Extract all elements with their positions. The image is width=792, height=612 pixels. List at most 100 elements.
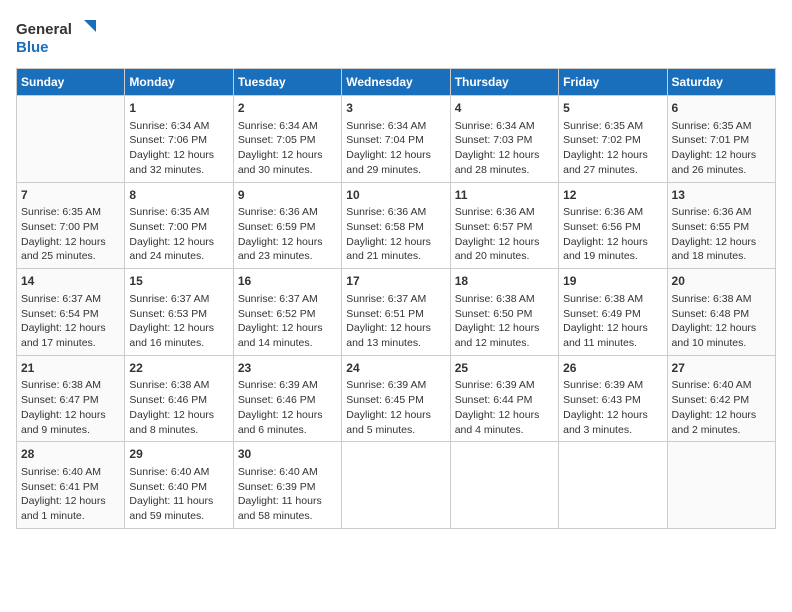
svg-text:Blue: Blue <box>16 39 49 56</box>
cell-info: Daylight: 12 hours and 18 minutes. <box>672 235 771 264</box>
cell-info: Sunrise: 6:38 AM <box>563 292 662 307</box>
cell-info: Sunrise: 6:34 AM <box>129 119 228 134</box>
calendar-cell: 11Sunrise: 6:36 AMSunset: 6:57 PMDayligh… <box>450 182 558 269</box>
cell-info: Sunrise: 6:40 AM <box>672 378 771 393</box>
calendar-cell: 21Sunrise: 6:38 AMSunset: 6:47 PMDayligh… <box>17 355 125 442</box>
cell-info: Daylight: 12 hours and 21 minutes. <box>346 235 445 264</box>
cell-info: Sunrise: 6:38 AM <box>129 378 228 393</box>
calendar-cell: 30Sunrise: 6:40 AMSunset: 6:39 PMDayligh… <box>233 442 341 529</box>
day-number: 11 <box>455 187 554 204</box>
cell-info: Sunset: 6:41 PM <box>21 480 120 495</box>
cell-info: Daylight: 12 hours and 5 minutes. <box>346 408 445 437</box>
calendar-cell: 19Sunrise: 6:38 AMSunset: 6:49 PMDayligh… <box>559 269 667 356</box>
calendar-cell: 8Sunrise: 6:35 AMSunset: 7:00 PMDaylight… <box>125 182 233 269</box>
cell-info: Sunrise: 6:40 AM <box>238 465 337 480</box>
cell-info: Sunrise: 6:37 AM <box>346 292 445 307</box>
cell-info: Sunset: 6:59 PM <box>238 220 337 235</box>
svg-text:General: General <box>16 21 72 38</box>
cell-info: Sunset: 6:52 PM <box>238 307 337 322</box>
cell-info: Sunrise: 6:36 AM <box>672 205 771 220</box>
day-number: 14 <box>21 273 120 290</box>
cell-info: Daylight: 12 hours and 20 minutes. <box>455 235 554 264</box>
cell-info: Sunrise: 6:39 AM <box>346 378 445 393</box>
cell-info: Daylight: 12 hours and 9 minutes. <box>21 408 120 437</box>
cell-info: Sunset: 6:44 PM <box>455 393 554 408</box>
cell-info: Sunrise: 6:35 AM <box>129 205 228 220</box>
day-number: 6 <box>672 100 771 117</box>
day-number: 28 <box>21 446 120 463</box>
cell-info: Sunrise: 6:36 AM <box>455 205 554 220</box>
calendar-cell <box>667 442 775 529</box>
cell-info: Daylight: 12 hours and 32 minutes. <box>129 148 228 177</box>
cell-info: Daylight: 12 hours and 25 minutes. <box>21 235 120 264</box>
calendar-table: SundayMondayTuesdayWednesdayThursdayFrid… <box>16 68 776 529</box>
cell-info: Sunrise: 6:39 AM <box>455 378 554 393</box>
cell-info: Daylight: 12 hours and 8 minutes. <box>129 408 228 437</box>
cell-info: Sunset: 6:57 PM <box>455 220 554 235</box>
day-number: 15 <box>129 273 228 290</box>
day-number: 17 <box>346 273 445 290</box>
cell-info: Sunrise: 6:35 AM <box>563 119 662 134</box>
cell-info: Sunrise: 6:39 AM <box>238 378 337 393</box>
cell-info: Daylight: 12 hours and 12 minutes. <box>455 321 554 350</box>
day-number: 25 <box>455 360 554 377</box>
calendar-week-1: 7 Sunrise: 6:35 AMSunset: 7:00 PM Daylight… <box>17 182 776 269</box>
day-number: 3 <box>346 100 445 117</box>
cell-info: Daylight: 12 hours and 4 minutes. <box>455 408 554 437</box>
calendar-cell: 20Sunrise: 6:38 AMSunset: 6:48 PMDayligh… <box>667 269 775 356</box>
calendar-cell: 5Sunrise: 6:35 AMSunset: 7:02 PMDaylight… <box>559 96 667 183</box>
day-number: 30 <box>238 446 337 463</box>
cell-info: Sunrise: 6:34 AM <box>346 119 445 134</box>
calendar-cell: 26Sunrise: 6:39 AMSunset: 6:43 PMDayligh… <box>559 355 667 442</box>
calendar-cell: 6Sunrise: 6:35 AMSunset: 7:01 PMDaylight… <box>667 96 775 183</box>
cell-info: Daylight: 12 hours and 11 minutes. <box>563 321 662 350</box>
cell-info: Sunset: 6:46 PM <box>129 393 228 408</box>
cell-info: Sunset: 7:00 PM <box>129 220 228 235</box>
cell-info: Sunset: 6:46 PM <box>238 393 337 408</box>
cell-info: Sunset: 7:03 PM <box>455 133 554 148</box>
cell-info: Daylight: 11 hours and 59 minutes. <box>129 494 228 523</box>
day-number: 18 <box>455 273 554 290</box>
calendar-week-3: 21Sunrise: 6:38 AMSunset: 6:47 PMDayligh… <box>17 355 776 442</box>
calendar-cell: 3 Sunrise: 6:34 AMSunset: 7:04 PMDaylight… <box>342 96 450 183</box>
cell-info: Daylight: 12 hours and 6 minutes. <box>238 408 337 437</box>
cell-info: Sunset: 7:01 PM <box>672 133 771 148</box>
cell-info: Daylight: 12 hours and 16 minutes. <box>129 321 228 350</box>
cell-info: Sunset: 7:06 PM <box>129 133 228 148</box>
cell-info: Daylight: 12 hours and 10 minutes. <box>672 321 771 350</box>
cell-info: Sunset: 7:04 PM <box>346 133 445 148</box>
cell-info: Daylight: 12 hours and 28 minutes. <box>455 148 554 177</box>
day-number: 7 <box>21 187 120 204</box>
calendar-cell: 22Sunrise: 6:38 AMSunset: 6:46 PMDayligh… <box>125 355 233 442</box>
cell-info: Sunset: 6:56 PM <box>563 220 662 235</box>
calendar-cell: 16Sunrise: 6:37 AMSunset: 6:52 PMDayligh… <box>233 269 341 356</box>
day-number: 2 <box>238 100 337 117</box>
cell-info: Daylight: 12 hours and 27 minutes. <box>563 148 662 177</box>
day-number: 9 <box>238 187 337 204</box>
cell-info: Sunset: 7:05 PM <box>238 133 337 148</box>
cell-info: Daylight: 12 hours and 2 minutes. <box>672 408 771 437</box>
day-number: 29 <box>129 446 228 463</box>
calendar-cell <box>342 442 450 529</box>
day-number: 20 <box>672 273 771 290</box>
calendar-cell: 1Sunrise: 6:34 AMSunset: 7:06 PMDaylight… <box>125 96 233 183</box>
cell-info: Daylight: 12 hours and 30 minutes. <box>238 148 337 177</box>
logo: General Blue <box>16 16 106 58</box>
column-header-wednesday: Wednesday <box>342 69 450 96</box>
cell-info: Sunset: 7:02 PM <box>563 133 662 148</box>
cell-info: Sunrise: 6:38 AM <box>672 292 771 307</box>
cell-info: Sunset: 6:53 PM <box>129 307 228 322</box>
day-number: 23 <box>238 360 337 377</box>
day-number: 26 <box>563 360 662 377</box>
cell-info: Sunrise: 6:39 AM <box>563 378 662 393</box>
calendar-cell: 18Sunrise: 6:38 AMSunset: 6:50 PMDayligh… <box>450 269 558 356</box>
cell-info: Daylight: 12 hours and 29 minutes. <box>346 148 445 177</box>
calendar-cell <box>17 96 125 183</box>
cell-info: Sunset: 6:45 PM <box>346 393 445 408</box>
cell-info: Sunrise: 6:38 AM <box>21 378 120 393</box>
day-number: 12 <box>563 187 662 204</box>
column-header-monday: Monday <box>125 69 233 96</box>
cell-info: Sunset: 6:39 PM <box>238 480 337 495</box>
day-number: 21 <box>21 360 120 377</box>
cell-info: Sunrise: 6:35 AM <box>672 119 771 134</box>
